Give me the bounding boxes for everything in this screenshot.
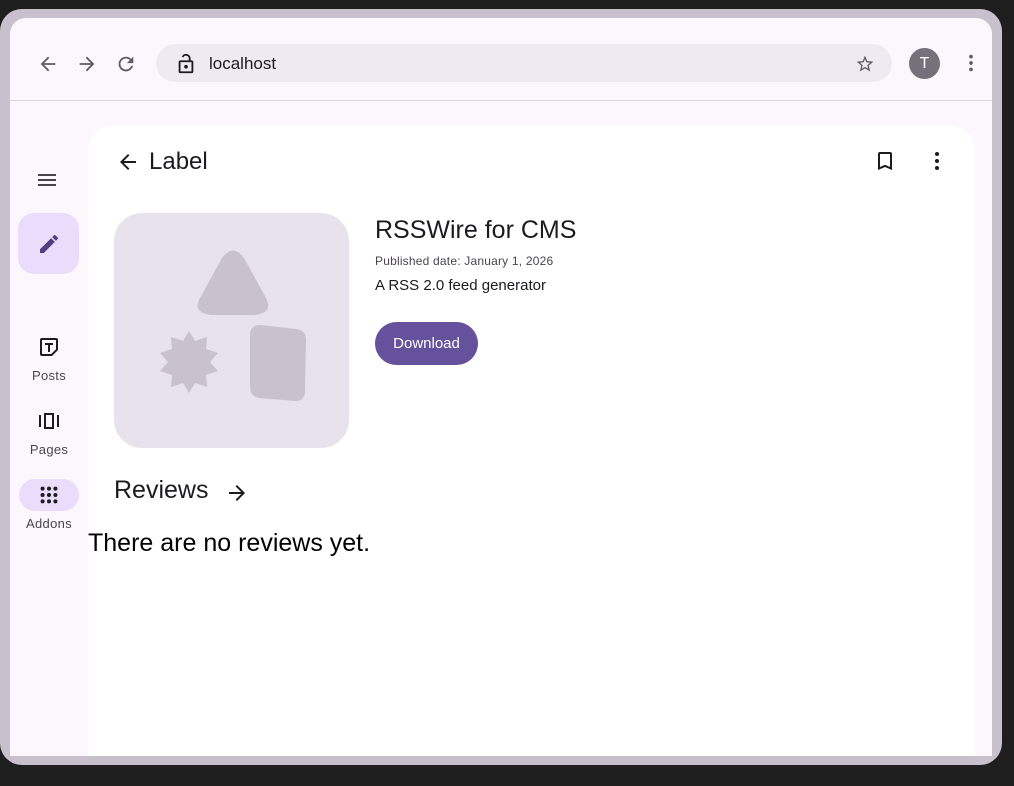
- pencil-icon: [39, 234, 58, 253]
- rail-item-label: Posts: [31, 368, 66, 383]
- url-text: localhost: [209, 54, 277, 73]
- text-post-icon: [19, 331, 79, 363]
- bookmark-icon[interactable]: [872, 148, 898, 174]
- addon-image-placeholder: [114, 213, 349, 448]
- navigation-rail: Posts Pages Addons: [10, 101, 88, 756]
- addon-description: A RSS 2.0 feed generator: [375, 277, 546, 294]
- reload-icon[interactable]: [114, 52, 138, 76]
- rail-item-posts[interactable]: Posts: [10, 331, 88, 383]
- published-date: Published date: January 1, 2026: [375, 254, 554, 268]
- reviews-heading: Reviews: [114, 476, 209, 504]
- browser-toolbar: localhost T: [10, 18, 992, 101]
- rail-item-label: Pages: [29, 442, 69, 457]
- browser-window: localhost T Posts Pages Addons Label RSS…: [10, 18, 992, 756]
- forward-icon[interactable]: [75, 52, 99, 76]
- unlocked-lock-icon[interactable]: [174, 52, 198, 76]
- arrow-forward-icon[interactable]: [224, 480, 250, 506]
- profile-avatar[interactable]: T: [909, 48, 940, 79]
- rail-item-addons[interactable]: Addons: [10, 479, 88, 531]
- rail-item-label: Addons: [26, 516, 72, 531]
- shapes-placeholder-icon: [160, 250, 306, 401]
- compose-fab[interactable]: [18, 213, 79, 274]
- download-button[interactable]: Download: [375, 322, 478, 365]
- page-title: Label: [149, 148, 208, 175]
- browser-menu-icon[interactable]: [959, 51, 983, 75]
- bookmark-star-icon[interactable]: [854, 53, 876, 75]
- back-arrow-icon[interactable]: [115, 149, 141, 175]
- menu-icon[interactable]: [35, 168, 59, 192]
- apps-grid-icon: [19, 479, 79, 511]
- back-icon[interactable]: [36, 52, 60, 76]
- more-vert-icon[interactable]: [924, 148, 950, 174]
- detail-pane: Label RSSWire for CMS Published date: Ja…: [88, 126, 975, 756]
- rail-item-pages[interactable]: Pages: [10, 405, 88, 457]
- addon-title: RSSWire for CMS: [375, 216, 577, 244]
- address-bar[interactable]: localhost: [156, 44, 892, 82]
- pages-carousel-icon: [19, 405, 79, 437]
- empty-reviews-message: There are no reviews yet.: [88, 529, 371, 557]
- device-frame: localhost T Posts Pages Addons Label RSS…: [0, 9, 1002, 765]
